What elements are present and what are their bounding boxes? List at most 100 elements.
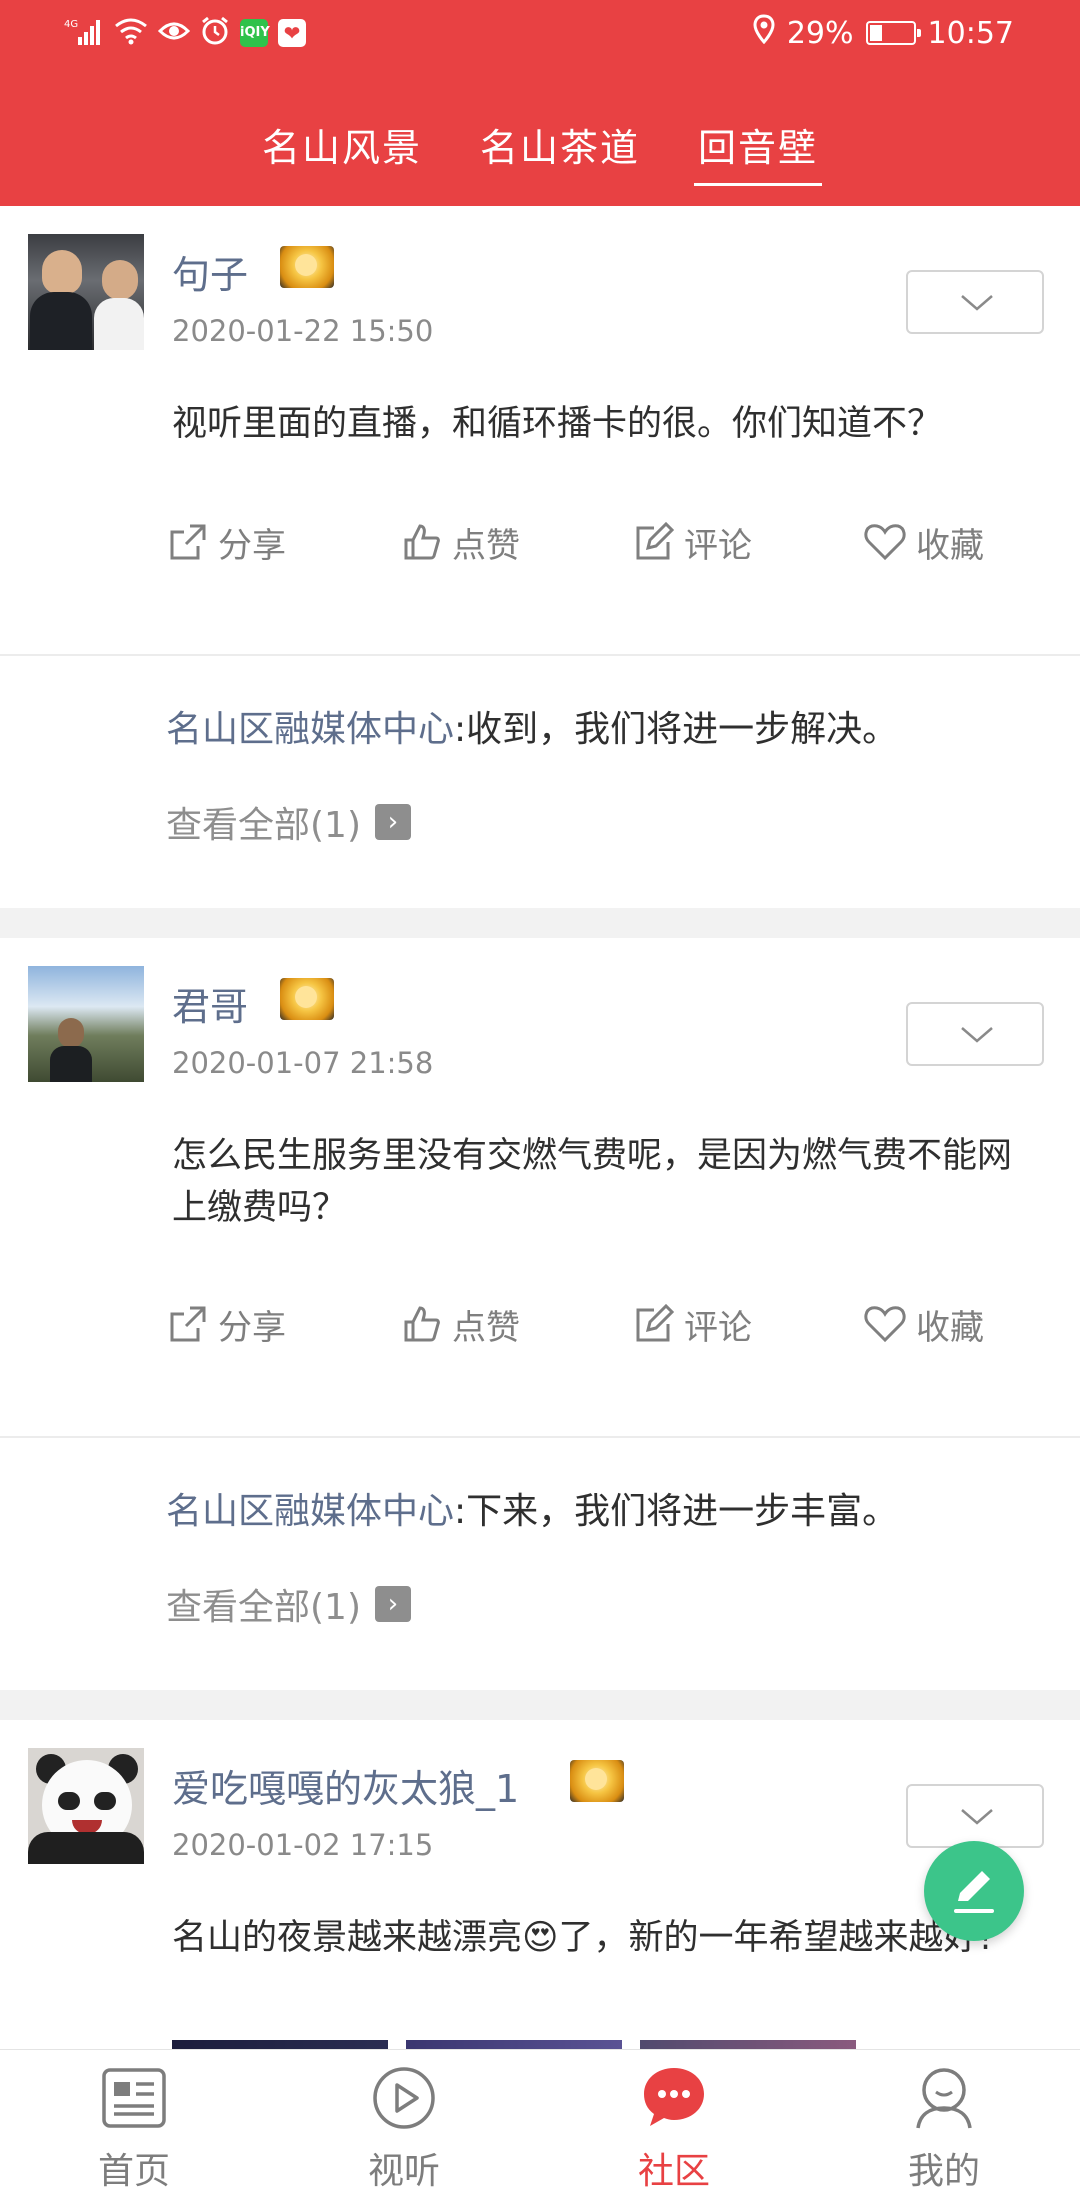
post-date: 2020-01-07 21:58 [172,1046,434,1080]
like-button[interactable]: 点赞 [402,512,520,572]
post-main: 句子 2020-01-22 15:50 视听里面的直播，和循环播卡的很。你们知道… [0,206,1080,656]
more-options-button[interactable] [906,270,1044,334]
chevron-down-icon [961,1809,993,1825]
signal-icon: 4G [64,17,104,49]
post-content: 名山的夜景越来越漂亮😍了，新的一年希望越来越好! [172,1918,993,1958]
share-label: 分享 [218,525,286,566]
post-image[interactable] [640,2040,856,2049]
like-label: 点赞 [452,525,520,566]
avatar[interactable] [28,1748,144,1864]
post-card: 句子 2020-01-22 15:50 视听里面的直播，和循环播卡的很。你们知道… [0,206,1080,908]
reply-author[interactable]: 名山区融媒体中心 [166,709,454,750]
more-options-button[interactable] [906,1002,1044,1066]
wifi-icon [114,17,148,49]
reply-block: 名山区融媒体中心:收到，我们将进一步解决。 查看全部(1) › [0,656,1080,908]
view-all-label: 查看全部(1) [166,1587,361,1628]
category-tabs: 名山风景 名山茶道 回音壁 [0,108,1080,188]
section-divider [0,1690,1080,1720]
post-main: 君哥 2020-01-07 21:58 怎么民生服务里没有交燃气费呢，是因为燃气… [0,938,1080,1438]
app-notification-icon: iQIY [240,19,270,47]
share-button[interactable]: 分享 [168,512,286,572]
share-button[interactable]: 分享 [168,1294,286,1354]
reply-item[interactable]: 名山区融媒体中心:收到，我们将进一步解决。 [166,700,1046,752]
nav-community-label: 社区 [637,2151,710,2192]
post-date: 2020-01-02 17:15 [172,1828,434,1862]
heart-icon [864,524,906,561]
reply-author[interactable]: 名山区融媒体中心 [166,1491,454,1532]
post-card: 爱吃嘎嘎的灰太狼_1 2020-01-02 17:15 名山的夜景越来越漂亮😍了… [0,1720,1080,2049]
view-all-replies-link[interactable]: 查看全部(1) › [166,1578,411,1630]
user-icon [916,2068,972,2129]
avatar[interactable] [28,966,144,1082]
nav-mine[interactable]: 我的 [844,2050,1044,2204]
tab-tea[interactable]: 名山茶道 [480,108,640,188]
compose-post-button[interactable] [924,1841,1024,1941]
comment-button[interactable]: 评论 [634,1294,752,1354]
view-all-replies-link[interactable]: 查看全部(1) › [166,796,411,848]
post-actions: 分享 点赞 评论 收藏 [168,512,1028,572]
tab-scenery[interactable]: 名山风景 [262,108,422,188]
location-icon [753,14,775,52]
heart-icon [864,1306,906,1343]
chevron-right-icon: › [375,804,411,840]
edit-icon [636,522,674,560]
like-button[interactable]: 点赞 [402,1294,520,1354]
comment-button[interactable]: 评论 [634,512,752,572]
status-bar: 4G iQIY ❤ 29% 10:57 [0,0,1080,66]
username[interactable]: 君哥 [172,976,248,1031]
heart-app-icon: ❤ [278,19,306,47]
play-icon [373,2067,435,2129]
more-options-button[interactable] [906,1784,1044,1848]
chevron-down-icon [961,1027,993,1043]
nav-community[interactable]: 社区 [574,2050,774,2204]
favorite-label: 收藏 [916,525,984,566]
eye-icon [157,19,191,47]
status-right: 29% 10:57 [753,14,1014,52]
alarm-icon [200,16,230,50]
svg-text:4G: 4G [64,19,78,30]
nav-mine-label: 我的 [907,2151,980,2192]
level-badge-icon [280,246,334,288]
like-label: 点赞 [452,1307,520,1348]
post-content: 怎么民生服务里没有交燃气费呢，是因为燃气费不能网上缴费吗？ [172,1136,1013,1228]
post-image[interactable] [172,2040,388,2049]
chat-icon [644,2068,704,2126]
tab-echo-wall[interactable]: 回音壁 [693,108,823,188]
reply-item[interactable]: 名山区融媒体中心:下来，我们将进一步丰富。 [166,1482,1046,1534]
nav-video-label: 视听 [367,2151,440,2192]
avatar[interactable] [28,234,144,350]
reply-text: :下来，我们将进一步丰富。 [454,1491,899,1532]
app-header: 4G iQIY ❤ 29% 10:57 名山风景 名山茶道 回音壁 [0,0,1080,206]
comment-label: 评论 [684,1307,752,1348]
news-icon [102,2068,166,2128]
section-divider [0,908,1080,938]
post-date: 2020-01-22 15:50 [172,314,434,348]
favorite-label: 收藏 [916,1307,984,1348]
post-card: 君哥 2020-01-07 21:58 怎么民生服务里没有交燃气费呢，是因为燃气… [0,938,1080,1690]
share-icon [170,1306,206,1342]
bottom-navigation: 首页 视听 社区 我的 [0,2049,1080,2204]
thumbs-up-icon [404,1306,440,1342]
level-badge-icon [280,978,334,1020]
username[interactable]: 句子 [172,244,248,299]
nav-home[interactable]: 首页 [34,2050,234,2204]
nav-home-label: 首页 [97,2151,170,2192]
edit-icon [636,1304,674,1342]
username[interactable]: 爱吃嘎嘎的灰太狼_1 [172,1758,519,1813]
clock: 10:57 [927,15,1014,51]
status-left: 4G iQIY ❤ [64,14,306,52]
post-actions: 分享 点赞 评论 收藏 [168,1294,1028,1354]
post-main: 爱吃嘎嘎的灰太狼_1 2020-01-02 17:15 名山的夜景越来越漂亮😍了… [0,1720,1080,2049]
favorite-button[interactable]: 收藏 [864,1294,984,1354]
view-all-label: 查看全部(1) [166,805,361,846]
thumbs-up-icon [404,524,440,560]
nav-video[interactable]: 视听 [304,2050,504,2204]
share-icon [170,524,206,560]
favorite-button[interactable]: 收藏 [864,512,984,572]
reply-text: :收到，我们将进一步解决。 [454,709,899,750]
chevron-down-icon [961,295,993,311]
battery-fill [869,25,882,41]
post-image[interactable] [406,2040,622,2049]
post-feed[interactable]: 句子 2020-01-22 15:50 视听里面的直播，和循环播卡的很。你们知道… [0,206,1080,2049]
battery-icon [865,21,921,45]
